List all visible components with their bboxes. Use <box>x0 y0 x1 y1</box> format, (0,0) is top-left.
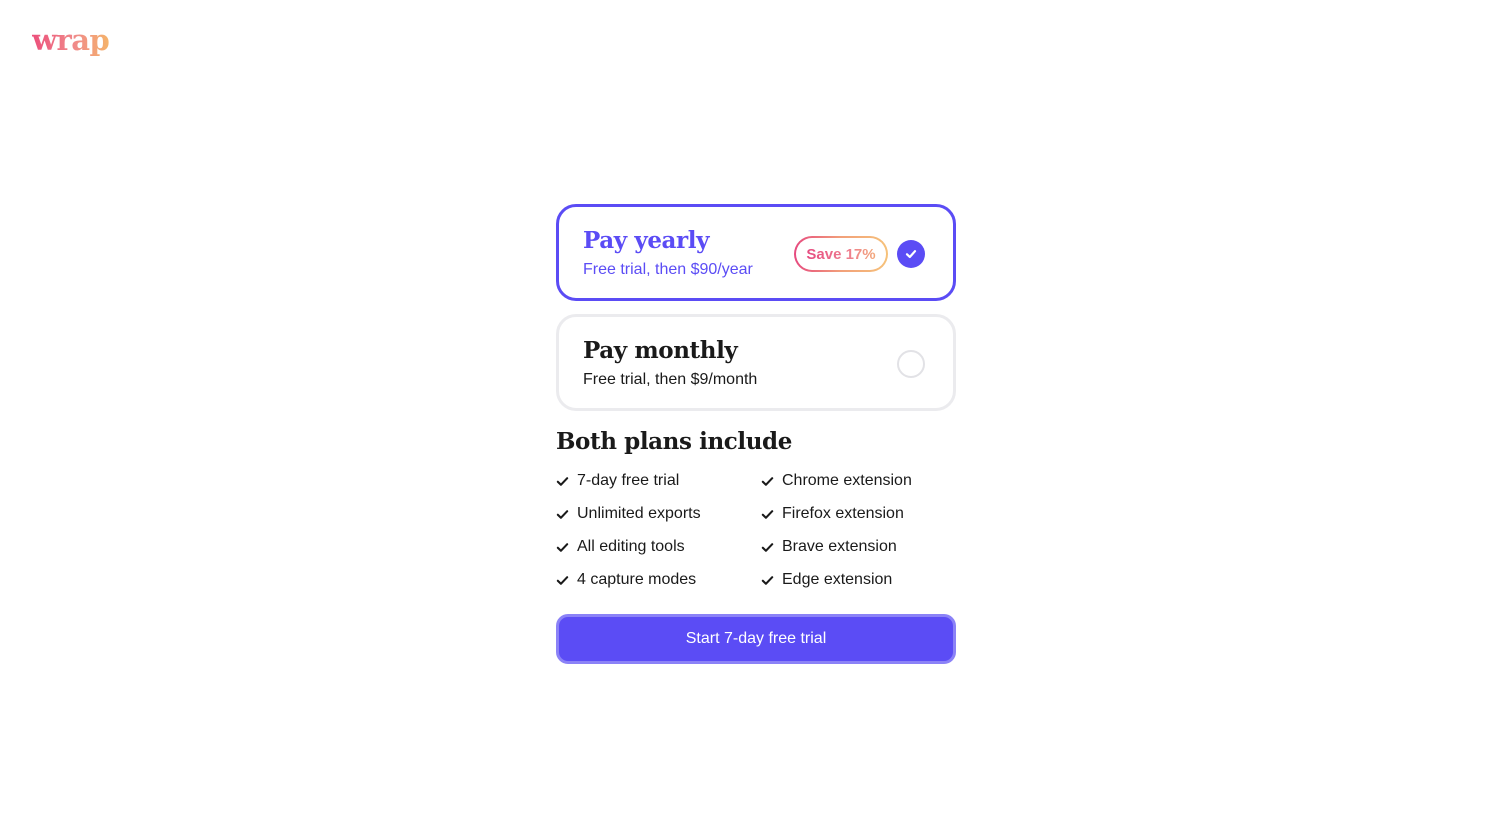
plan-option-monthly[interactable]: Pay monthly Free trial, then $9/month <box>556 314 956 411</box>
plan-price-description: Free trial, then $9/month <box>583 371 758 388</box>
feature-label: Chrome extension <box>782 472 912 489</box>
check-icon <box>556 542 569 552</box>
features-heading: Both plans include <box>556 428 792 455</box>
plan-title: Pay monthly <box>583 337 738 364</box>
list-item: Unlimited exports <box>556 503 761 525</box>
check-icon <box>905 250 917 259</box>
check-icon <box>761 476 774 486</box>
save-badge-label: Save 17% <box>806 245 876 263</box>
start-trial-button[interactable]: Start 7-day free trial <box>556 614 956 664</box>
radio-checked-icon[interactable] <box>897 240 925 268</box>
check-icon <box>556 509 569 519</box>
radio-empty-icon[interactable] <box>897 350 925 378</box>
list-item: Brave extension <box>761 536 956 558</box>
list-item: Edge extension <box>761 569 956 591</box>
plan-selection: Pay yearly Free trial, then $90/year Sav… <box>556 204 956 664</box>
check-icon <box>556 575 569 585</box>
feature-label: Unlimited exports <box>577 505 701 522</box>
plan-price-description: Free trial, then $90/year <box>583 261 753 278</box>
list-item: Firefox extension <box>761 503 956 525</box>
feature-label: 7-day free trial <box>577 472 680 489</box>
list-item: 4 capture modes <box>556 569 761 591</box>
check-icon <box>761 509 774 519</box>
wrap-logo[interactable]: wrap <box>32 22 110 58</box>
plan-option-yearly[interactable]: Pay yearly Free trial, then $90/year Sav… <box>556 204 956 301</box>
features-list: 7-day free trial Chrome extension Unlimi… <box>556 470 956 591</box>
list-item: All editing tools <box>556 536 761 558</box>
list-item: 7-day free trial <box>556 470 761 492</box>
feature-label: All editing tools <box>577 538 685 555</box>
feature-label: Brave extension <box>782 538 897 555</box>
check-icon <box>761 575 774 585</box>
check-icon <box>761 542 774 552</box>
save-badge: Save 17% <box>794 236 888 272</box>
feature-label: Firefox extension <box>782 505 904 522</box>
feature-label: 4 capture modes <box>577 571 697 588</box>
list-item: Chrome extension <box>761 470 956 492</box>
plan-title: Pay yearly <box>583 227 710 254</box>
feature-label: Edge extension <box>782 571 893 588</box>
check-icon <box>556 476 569 486</box>
